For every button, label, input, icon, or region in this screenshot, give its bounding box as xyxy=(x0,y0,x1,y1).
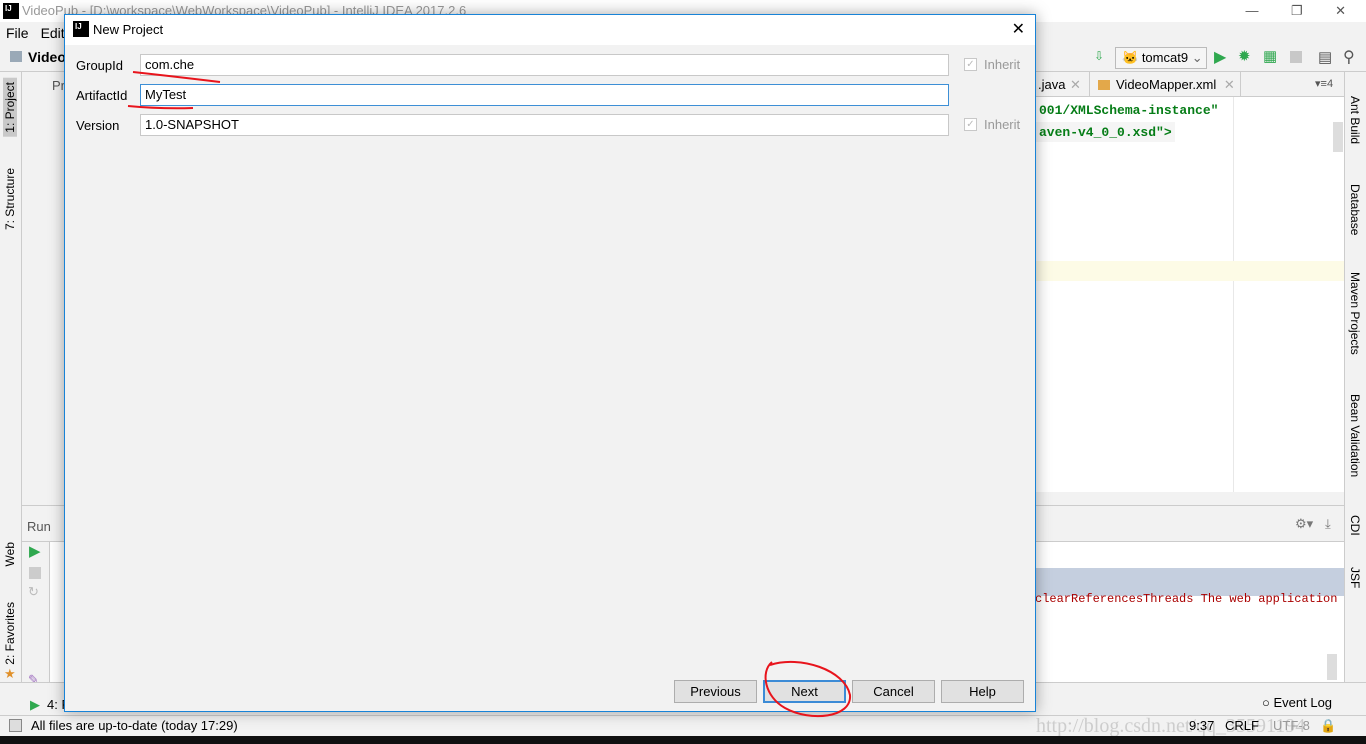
annotation-underline-groupid xyxy=(132,71,221,83)
red-annotations xyxy=(127,71,852,718)
annotation-circle-next xyxy=(764,660,852,718)
annotation-underline-artifactid xyxy=(127,105,194,110)
